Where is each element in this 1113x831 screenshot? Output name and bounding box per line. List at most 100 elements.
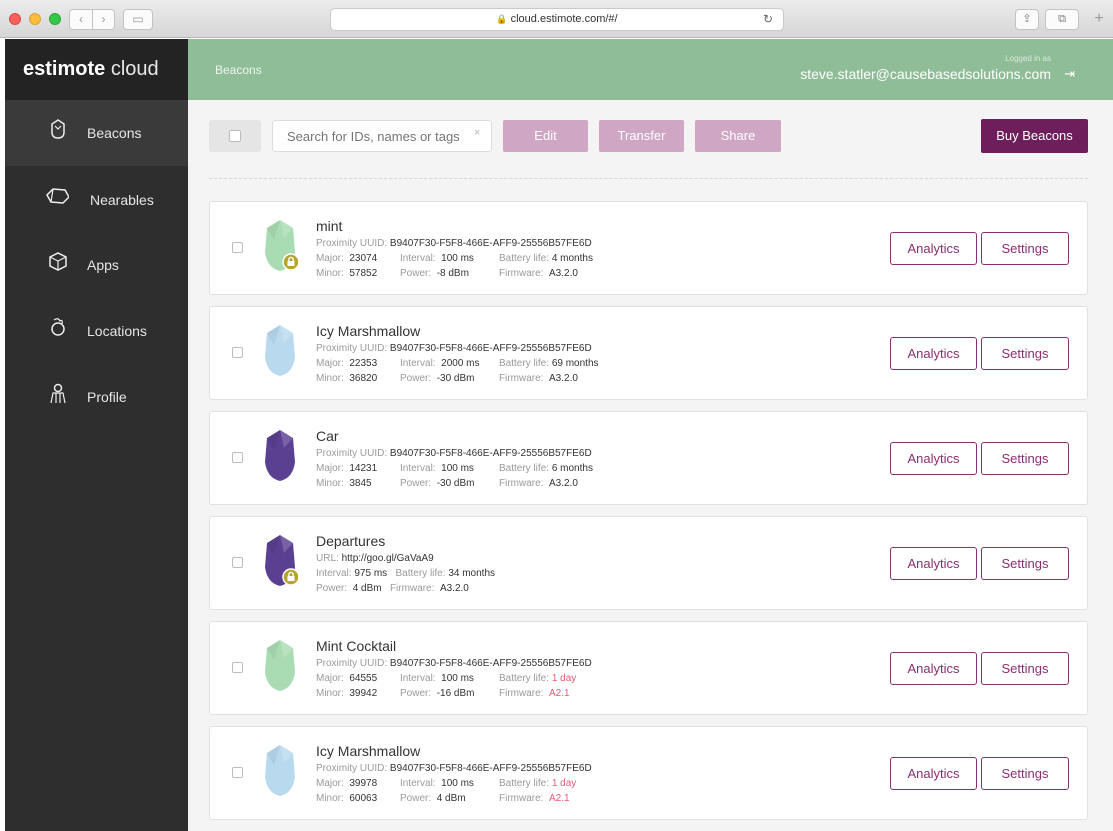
locations-icon [51,318,65,336]
battery-value: 4 months [551,253,593,264]
breadcrumb[interactable]: Beacons [215,63,262,77]
beacon-icon [265,325,295,376]
interval-value: 100 ms [441,253,474,264]
beacon-url[interactable]: http://goo.gl/GaVaA9 [342,553,434,564]
minor-value: 60063 [349,793,378,804]
beacon-card: Mint Cocktail Proximity UUID: B9407F30-F5… [209,621,1088,715]
interval-label: Interval: [400,358,436,369]
settings-button[interactable]: Settings [981,547,1069,580]
sidebar-item-apps[interactable]: Apps [5,232,188,298]
major-label: Major: [316,673,344,684]
analytics-button[interactable]: Analytics [890,232,977,265]
settings-button[interactable]: Settings [981,757,1069,790]
settings-button[interactable]: Settings [981,652,1069,685]
share-button[interactable]: Share [695,120,781,152]
beacon-icon [265,535,298,586]
sidebar-item-nearables[interactable]: Nearables [5,166,188,232]
major-label: Major: [316,463,344,474]
power-value: -30 dBm [436,373,475,384]
beacon-uuid-line: Proximity UUID: B9407F30-F5F8-466E-AFF9-… [316,238,592,249]
interval-label: Interval: [400,778,436,789]
transfer-button[interactable]: Transfer [599,120,684,152]
share-button[interactable]: ⇪ [1015,9,1039,30]
beacon-checkbox[interactable] [232,767,243,778]
beacon-name[interactable]: Icy Marshmallow [316,743,420,759]
power-value: -30 dBm [436,478,475,489]
power-value: 4 dBm [352,583,382,594]
beacon-name[interactable]: Departures [316,533,385,549]
beacon-detail-line: Interval: 975 ms Battery life: 34 months [316,568,495,579]
beacon-name[interactable]: Icy Marshmallow [316,323,420,339]
select-all-checkbox[interactable] [209,120,261,152]
interval-label: Interval: [400,673,436,684]
logout-icon[interactable]: ⇥ [1064,66,1075,82]
beacon-card: Departures URL: http://goo.gl/GaVaA9 Inter… [209,516,1088,610]
beacon-name[interactable]: Car [316,428,339,444]
beacon-name[interactable]: mint [316,218,342,234]
zoom-window-button[interactable] [49,13,61,25]
tabs-overview-button[interactable]: ⧉ [1045,9,1079,30]
firmware-value: A3.2.0 [549,268,578,279]
analytics-button[interactable]: Analytics [890,442,977,475]
analytics-button[interactable]: Analytics [890,547,977,580]
clear-search-icon[interactable]: × [474,127,480,139]
user-email[interactable]: steve.statler@causebasedsolutions.com [800,66,1051,82]
address-bar[interactable]: 🔒 cloud.estimote.com/#/ ↻ [330,8,784,31]
beacon-checkbox[interactable] [232,347,243,358]
uuid-label: Proximity UUID: [316,658,388,669]
beacon-checkbox[interactable] [232,557,243,568]
interval-value: 2000 ms [441,358,480,369]
beacon-detail-line: Minor: 39942 Power: -16 dBm Firmware: A2.1 [316,688,570,699]
battery-value: 69 months [551,358,599,369]
beacon-checkbox[interactable] [232,242,243,253]
beacon-name[interactable]: Mint Cocktail [316,638,396,654]
beacon-card: Icy Marshmallow Proximity UUID: B9407F30-… [209,306,1088,400]
forward-button[interactable]: › [93,9,115,30]
major-value: 64555 [349,673,378,684]
reload-icon[interactable]: ↻ [763,9,773,30]
power-label: Power: [400,688,432,699]
major-value: 39978 [349,778,378,789]
interval-value: 100 ms [441,463,474,474]
battery-value: 1 day [551,778,577,789]
sidebar: estimote cloud Beacons Nearables Apps Lo… [5,39,188,831]
beacon-checkbox[interactable] [232,452,243,463]
logo[interactable]: estimote cloud [5,39,188,100]
checkbox-box [229,130,241,142]
uuid-label: Proximity UUID: [316,343,388,354]
beacon-checkbox[interactable] [232,662,243,673]
sidebar-item-locations[interactable]: Locations [5,298,188,364]
logo-light: cloud [110,58,159,80]
beacon-detail-line: Major: 23074 Interval: 100 ms Battery life… [316,253,593,264]
back-button[interactable]: ‹ [69,9,93,30]
logged-in-label: Logged in as [1005,54,1051,63]
search-input[interactable] [272,120,492,152]
sidebar-item-beacons[interactable]: Beacons [5,100,188,166]
analytics-button[interactable]: Analytics [890,337,977,370]
battery-label: Battery life: [499,778,550,789]
power-value: 4 dBm [436,793,466,804]
beacon-detail-line: Minor: 36820 Power: -30 dBm Firmware: A3.2… [316,373,578,384]
beacon-detail-line: Power: 4 dBm Firmware: A3.2.0 [316,583,469,594]
edit-button[interactable]: Edit [503,120,588,152]
buy-beacons-button[interactable]: Buy Beacons [981,119,1088,153]
settings-button[interactable]: Settings [981,232,1069,265]
minimize-window-button[interactable] [29,13,41,25]
sidebar-toggle-button[interactable]: ▭ [123,9,153,30]
close-window-button[interactable] [9,13,21,25]
firmware-label: Firmware: [499,373,544,384]
sidebar-item-label: Locations [87,323,147,339]
settings-button[interactable]: Settings [981,337,1069,370]
battery-label: Battery life: [499,358,550,369]
analytics-button[interactable]: Analytics [890,652,977,685]
sidebar-item-label: Apps [87,257,119,273]
settings-button[interactable]: Settings [981,442,1069,475]
beacon-detail-line: Major: 14231 Interval: 100 ms Battery life… [316,463,593,474]
beacon-detail-line: Major: 22353 Interval: 2000 ms Battery lif… [316,358,599,369]
sidebar-item-profile[interactable]: Profile [5,364,188,430]
power-label: Power: [400,793,432,804]
analytics-button[interactable]: Analytics [890,757,977,790]
sidebar-item-label: Profile [87,389,127,405]
battery-label: Battery life: [499,253,550,264]
new-tab-button[interactable]: + [1089,10,1109,30]
